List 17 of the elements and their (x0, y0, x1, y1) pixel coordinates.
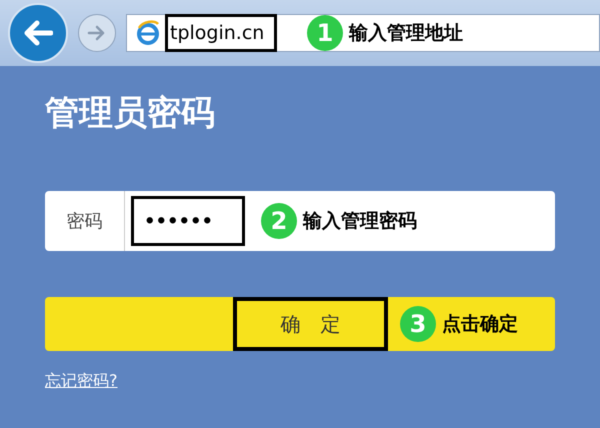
step-number-badge: 1 (307, 15, 343, 51)
step-instruction: 输入管理密码 (303, 208, 417, 234)
forgot-password-link[interactable]: 忘记密码? (45, 369, 118, 393)
password-field[interactable]: 密码 •••••• 2 输入管理密码 (45, 191, 555, 251)
confirm-button[interactable]: 确 定 (233, 297, 388, 351)
right-arrow-icon (87, 24, 107, 42)
password-label: 密码 (45, 191, 125, 251)
browser-logo-icon (135, 20, 161, 46)
step-number-badge: 2 (261, 203, 297, 239)
step-number-badge: 3 (400, 306, 436, 342)
left-arrow-icon (23, 20, 53, 46)
url-text: tplogin.cn (165, 14, 277, 52)
password-value: •••••• (131, 196, 245, 246)
step-instruction: 输入管理地址 (349, 20, 463, 46)
page-title: 管理员密码 (45, 92, 216, 135)
step-instruction: 点击确定 (442, 312, 518, 337)
address-bar[interactable]: tplogin.cn 1 输入管理地址 (126, 14, 600, 52)
